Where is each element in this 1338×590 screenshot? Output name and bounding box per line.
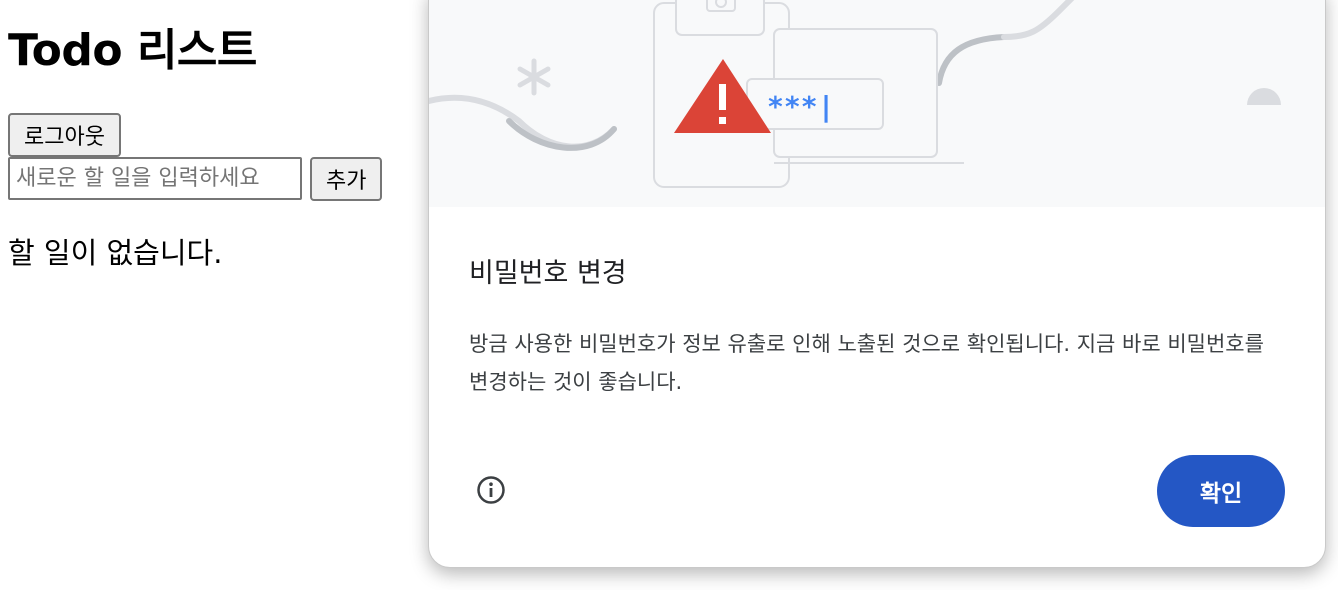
confirm-button[interactable]: 확인 [1157,455,1285,527]
add-button[interactable]: 추가 [310,157,383,201]
breach-illustration-svg: ***| [429,0,1281,188]
info-button[interactable] [475,474,507,506]
dialog-title: 비밀번호 변경 [469,258,627,289]
breach-illustration: ***| [429,0,1325,207]
new-todo-input[interactable] [8,157,302,200]
password-change-dialog: ***| 비밀번호 변경 방금 사용한 비밀번호가 정보 유출로 인해 노출된 … [428,0,1326,568]
empty-message: 할 일이 없습니다. [8,236,223,270]
logout-button[interactable]: 로그아웃 [8,113,121,157]
masked-password-text: ***| [767,90,834,123]
info-icon [477,476,505,504]
page-title: Todo 리스트 [8,25,257,76]
add-todo-row: 추가 [8,157,383,201]
dialog-message: 방금 사용한 비밀번호가 정보 유출로 인해 노출된 것으로 확인됩니다. 지금… [469,332,1264,394]
